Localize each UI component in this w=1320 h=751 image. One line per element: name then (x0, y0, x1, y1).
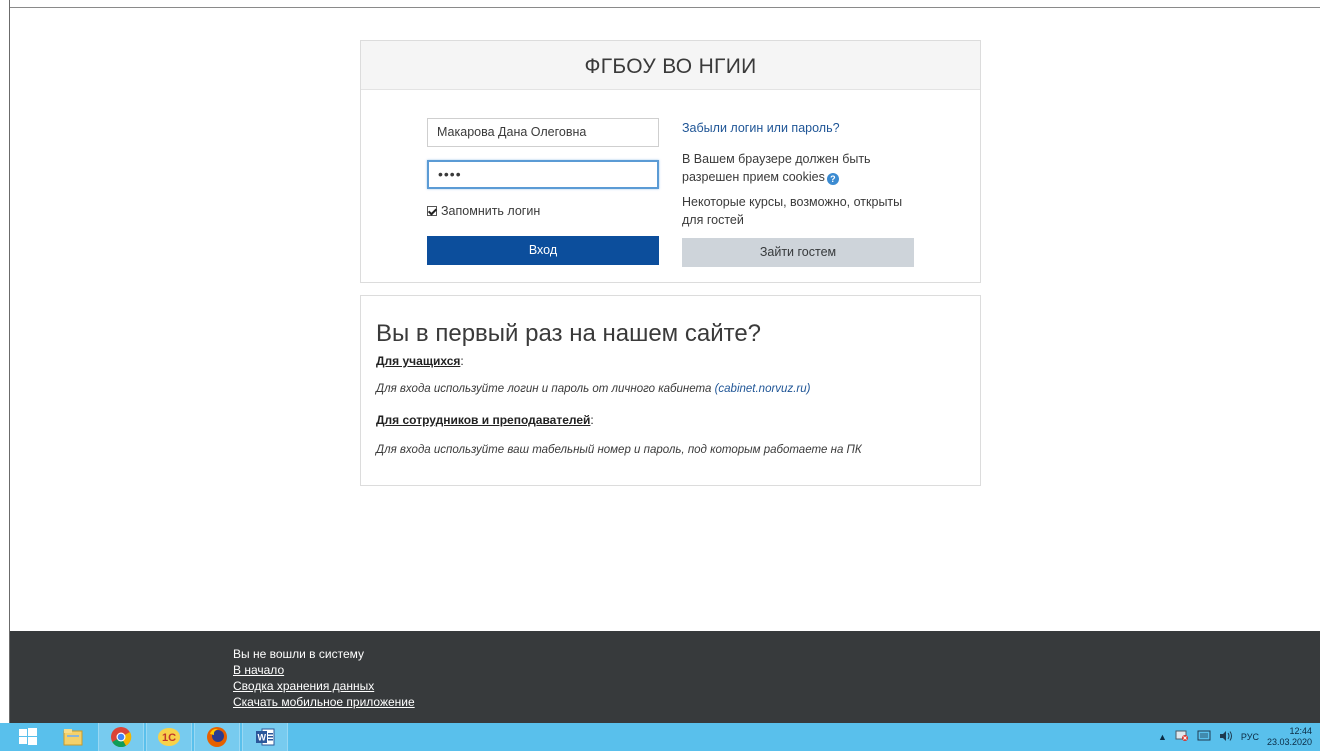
svg-text:1С: 1С (162, 732, 176, 744)
students-note-text: Для входа используйте логин и пароль от … (376, 383, 712, 395)
guests-notice: Некоторые курсы, возможно, открыты для г… (682, 195, 903, 227)
staff-title-text: Для сотрудников и преподавателей (376, 413, 591, 427)
remember-checkbox[interactable] (427, 206, 437, 216)
remember-label: Запомнить логин (441, 204, 541, 218)
clock-date: 23.03.2020 (1266, 737, 1312, 747)
remember-login-row[interactable]: Запомнить логин (427, 204, 540, 218)
students-note: Для входа используйте логин и пароль от … (376, 383, 810, 395)
students-title: Для учащихся: (376, 354, 464, 368)
help-icon[interactable]: ? (826, 173, 839, 185)
cookies-notice: В Вашем браузере должен быть разрешен пр… (682, 150, 922, 186)
windows-taskbar: 1С W ▲ РУС 12:44 23.03.2020 (0, 723, 1320, 751)
clock[interactable]: 12:44 23.03.2020 (1267, 726, 1312, 748)
notifications-icon[interactable] (1197, 730, 1211, 744)
svg-text:W: W (258, 733, 267, 743)
volume-icon[interactable] (1219, 730, 1233, 744)
network-error-icon[interactable] (1175, 730, 1189, 744)
data-retention-link[interactable]: Сводка хранения данных (233, 678, 415, 694)
username-input[interactable]: Макарова Дана Олеговна (427, 118, 659, 147)
file-explorer-icon[interactable] (50, 723, 96, 751)
language-indicator[interactable]: РУС (1241, 732, 1259, 742)
login-button[interactable]: Вход (427, 236, 659, 265)
login-card: ФГБОУ ВО НГИИ Макарова Дана Олеговна •••… (360, 40, 981, 283)
guest-login-button[interactable]: Зайти гостем (682, 238, 914, 267)
forgot-password-link[interactable]: Забыли логин или пароль? (682, 121, 840, 135)
windows-start-icon[interactable] (8, 723, 48, 751)
system-tray: ▲ РУС 12:44 23.03.2020 (1158, 723, 1312, 751)
firefox-icon[interactable] (194, 723, 240, 751)
site-title: ФГБОУ ВО НГИИ (361, 41, 980, 90)
window-left-edge (0, 0, 10, 723)
home-link[interactable]: В начало (233, 662, 415, 678)
cookies-notice-text: В Вашем браузере должен быть разрешен пр… (682, 152, 871, 184)
clock-time: 12:44 (1289, 726, 1312, 736)
chrome-icon[interactable] (98, 723, 144, 751)
window-top-edge (10, 0, 1320, 8)
1c-icon[interactable]: 1С (146, 723, 192, 751)
show-hidden-icons-icon[interactable]: ▲ (1158, 732, 1167, 742)
mobile-app-link[interactable]: Скачать мобильное приложение (233, 694, 415, 710)
login-status: Вы не вошли в систему (233, 647, 365, 661)
word-icon[interactable]: W (242, 723, 288, 751)
staff-title: Для сотрудников и преподавателей: (376, 413, 594, 427)
first-time-card: Вы в первый раз на нашем сайте? Для учащ… (360, 295, 981, 486)
password-input[interactable]: •••• (427, 160, 659, 189)
students-title-text: Для учащихся (376, 354, 461, 368)
page-footer: Вы не вошли в систему В начало Сводка хр… (10, 631, 1320, 723)
cabinet-link[interactable]: (cabinet.norvuz.ru) (715, 383, 811, 395)
first-time-heading: Вы в первый раз на нашем сайте? (376, 320, 762, 347)
staff-note: Для входа используйте ваш табельный номе… (376, 444, 862, 456)
